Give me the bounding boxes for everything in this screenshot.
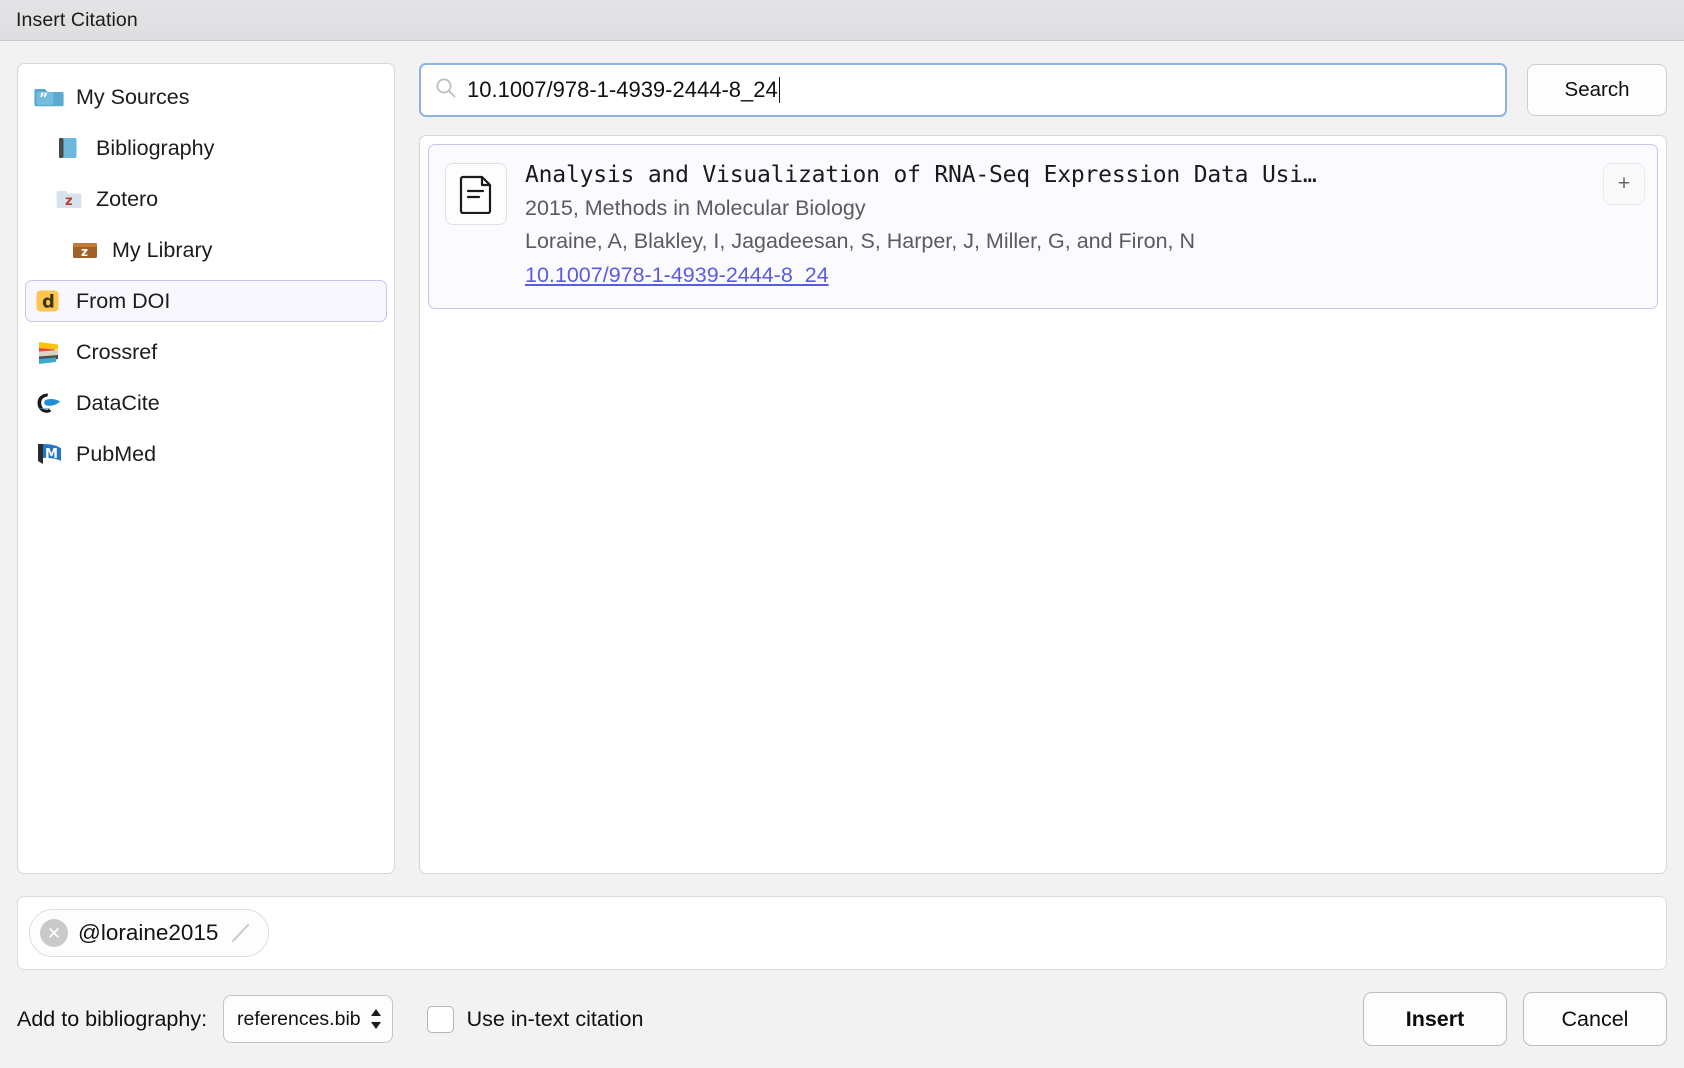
add-result-button[interactable]: + [1603, 163, 1645, 205]
datacite-icon [34, 388, 64, 418]
bibliography-select[interactable]: references.bib [223, 995, 393, 1043]
in-text-citation-label: Use in-text citation [467, 1007, 644, 1032]
sidebar-item-my-sources[interactable]: ” My Sources [25, 76, 387, 118]
pubmed-icon: M [34, 439, 64, 469]
sources-sidebar: ” My Sources Bibliography [17, 63, 395, 874]
search-row: 10.1007/978-1-4939-2444-8_24 Search [419, 63, 1667, 117]
citation-tag[interactable]: ✕ @loraine2015 [29, 909, 269, 957]
cancel-button[interactable]: Cancel [1523, 992, 1667, 1046]
svg-text:z: z [81, 245, 88, 259]
sidebar-item-label: Bibliography [96, 136, 214, 161]
result-doi-link[interactable]: 10.1007/978-1-4939-2444-8_24 [525, 259, 829, 293]
svg-text:d: d [42, 292, 55, 313]
zotero-folder-icon: z [54, 184, 84, 214]
sidebar-item-label: PubMed [76, 442, 156, 467]
insert-citation-dialog: Insert Citation ” My Sources [0, 0, 1684, 1068]
sidebar-item-label: DataCite [76, 391, 160, 416]
sidebar-item-my-library[interactable]: z My Library [25, 229, 387, 271]
result-year-journal: 2015, Methods in Molecular Biology [525, 192, 1585, 226]
sidebar-item-from-doi[interactable]: d From DOI [25, 280, 387, 322]
bibliography-label: Add to bibliography: [17, 1007, 207, 1032]
crossref-icon [34, 337, 64, 367]
window-title: Insert Citation [0, 9, 138, 32]
book-icon [54, 133, 84, 163]
sidebar-item-datacite[interactable]: DataCite [25, 382, 387, 424]
stepper-arrows-icon [369, 1007, 383, 1031]
result-authors: Loraine, A, Blakley, I, Jagadeesan, S, H… [525, 225, 1585, 259]
in-text-citation-checkbox[interactable]: Use in-text citation [427, 1006, 644, 1033]
close-circle-icon[interactable]: ✕ [40, 919, 68, 947]
text-caret [779, 77, 781, 103]
sidebar-item-zotero[interactable]: z Zotero [25, 178, 387, 220]
doi-icon: d [34, 286, 64, 316]
search-button[interactable]: Search [1527, 64, 1667, 116]
dialog-body: ” My Sources Bibliography [0, 41, 1684, 874]
result-title: Analysis and Visualization of RNA-Seq Ex… [525, 159, 1585, 192]
search-input[interactable]: 10.1007/978-1-4939-2444-8_24 [419, 63, 1507, 117]
svg-text:z: z [65, 194, 73, 209]
dialog-footer: Add to bibliography: references.bib Use … [0, 970, 1684, 1068]
bibliography-select-value: references.bib [237, 1008, 361, 1031]
pencil-icon[interactable] [228, 920, 254, 946]
checkbox-box[interactable] [427, 1006, 454, 1033]
insert-button[interactable]: Insert [1363, 992, 1507, 1046]
sidebar-item-label: Crossref [76, 340, 157, 365]
document-icon [445, 163, 507, 225]
sidebar-item-label: Zotero [96, 187, 158, 212]
results-list: Analysis and Visualization of RNA-Seq Ex… [419, 135, 1667, 874]
result-item[interactable]: Analysis and Visualization of RNA-Seq Ex… [428, 144, 1658, 309]
search-icon [433, 75, 459, 106]
sidebar-item-bibliography[interactable]: Bibliography [25, 127, 387, 169]
citation-tag-label: @loraine2015 [78, 920, 218, 946]
sidebar-item-label: My Sources [76, 85, 190, 110]
zotero-library-icon: z [70, 235, 100, 265]
citation-tags-field[interactable]: ✕ @loraine2015 [17, 896, 1667, 970]
result-text: Analysis and Visualization of RNA-Seq Ex… [525, 159, 1585, 292]
sidebar-item-label: My Library [112, 238, 212, 263]
sidebar-item-crossref[interactable]: Crossref [25, 331, 387, 373]
titlebar: Insert Citation [0, 0, 1684, 41]
svg-text:”: ” [39, 91, 48, 107]
sidebar-item-pubmed[interactable]: M PubMed [25, 433, 387, 475]
sidebar-item-label: From DOI [76, 289, 170, 314]
svg-text:M: M [45, 447, 58, 462]
search-pane: 10.1007/978-1-4939-2444-8_24 Search [419, 63, 1667, 874]
search-input-value: 10.1007/978-1-4939-2444-8_24 [467, 77, 778, 103]
quote-folder-icon: ” [34, 82, 64, 112]
